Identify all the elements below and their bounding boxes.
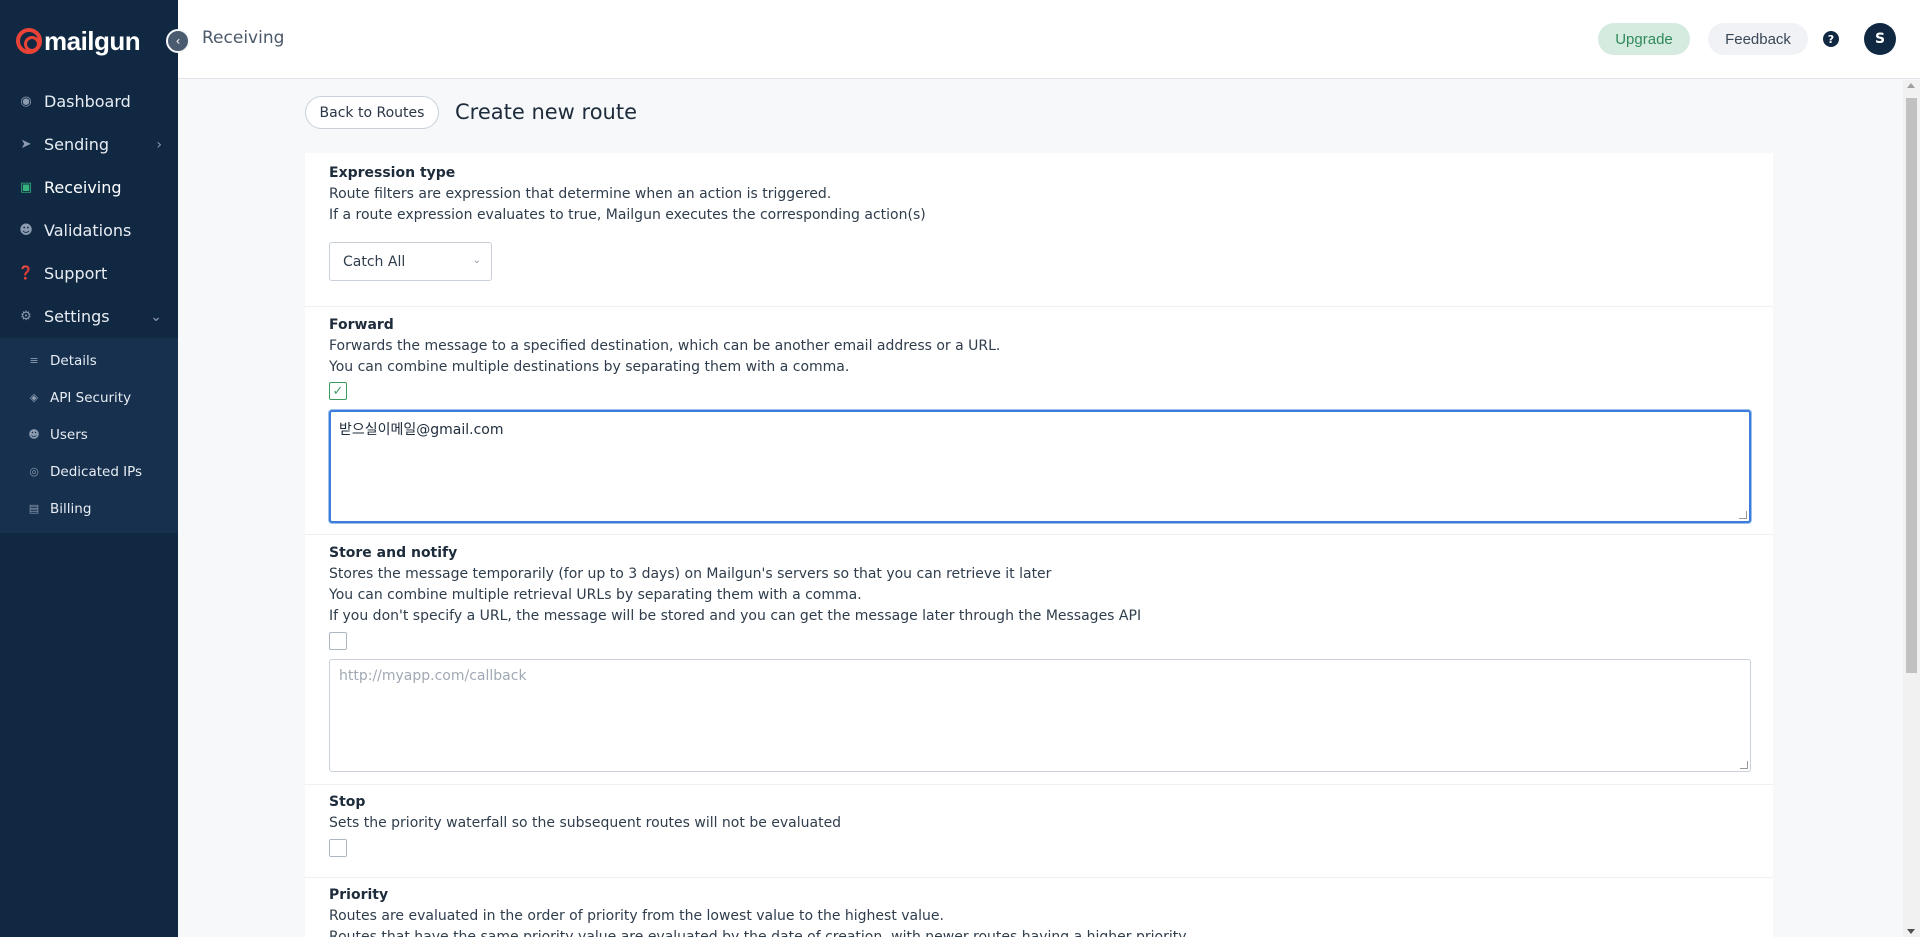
route-form-card: Expression type Route filters are expres…: [305, 153, 1773, 937]
expression-type-select[interactable]: Catch All ⌄: [329, 242, 492, 281]
sidebar-subitem-api-security[interactable]: ◈ API Security: [0, 379, 178, 416]
section-description: You can combine multiple destinations by…: [329, 359, 850, 375]
shield-icon: ◈: [29, 391, 39, 404]
chevron-right-icon: ›: [156, 136, 162, 153]
mailgun-logo[interactable]: mailgun: [16, 24, 141, 58]
section-description: Routes that have the same priority value…: [329, 929, 1189, 937]
section-title: Stop: [329, 794, 366, 810]
chevron-down-icon: ⌄: [150, 308, 162, 325]
collapse-sidebar-button[interactable]: ‹: [166, 29, 190, 53]
scroll-up-arrow-icon[interactable]: [1907, 83, 1915, 88]
sidebar-subitem-label: Users: [50, 426, 88, 443]
section-title: Priority: [329, 887, 389, 903]
scroll-down-arrow-icon[interactable]: [1907, 929, 1915, 934]
topbar-title: Receiving: [202, 28, 285, 48]
settings-subnav: ≡ Details ◈ API Security ☻ Users ◎ Dedic…: [0, 338, 178, 533]
resize-handle[interactable]: [1739, 511, 1747, 519]
sidebar-item-label: Dashboard: [44, 92, 131, 111]
page-scrollbar[interactable]: [1903, 80, 1920, 937]
stop-section: [305, 785, 1773, 878]
section-description: Route filters are expression that determ…: [329, 186, 832, 202]
resize-handle[interactable]: [1740, 761, 1748, 769]
callback-url-input[interactable]: http://myapp.com/callback: [329, 659, 1751, 772]
inbox-icon: ▣: [19, 180, 33, 195]
sidebar-subitem-dedicated-ips[interactable]: ◎ Dedicated IPs: [0, 453, 178, 490]
main-nav: ◉ Dashboard ➤ Sending › ▣ Receiving ☻ Va…: [0, 80, 178, 533]
section-description: Stores the message temporarily (for up t…: [329, 566, 1052, 582]
back-to-routes-button[interactable]: Back to Routes: [305, 96, 439, 129]
gear-icon: ⚙: [20, 309, 32, 324]
chevron-down-icon: ⌄: [472, 255, 481, 266]
sidebar-subitem-label: API Security: [50, 389, 132, 406]
sidebar-item-dashboard[interactable]: ◉ Dashboard: [0, 80, 178, 123]
input-placeholder: http://myapp.com/callback: [339, 668, 527, 684]
sidebar-item-receiving[interactable]: ▣ Receiving: [0, 166, 178, 209]
section-description: If you don't specify a URL, the message …: [329, 608, 1142, 624]
sidebar-subitem-billing[interactable]: ▤ Billing: [0, 490, 178, 527]
logo-text: mailgun: [44, 25, 141, 56]
sliders-icon: ≡: [29, 354, 39, 367]
sidebar-item-validations[interactable]: ☻ Validations: [0, 209, 178, 252]
sidebar-subitem-label: Details: [50, 352, 97, 369]
paper-plane-icon: ➤: [20, 137, 32, 152]
topbar: Receiving Upgrade Feedback ? S: [178, 0, 1920, 79]
users-icon: ☻: [28, 428, 40, 441]
user-check-icon: ☻: [19, 223, 33, 238]
sidebar-item-label: Support: [44, 264, 108, 283]
sidebar-item-sending[interactable]: ➤ Sending ›: [0, 123, 178, 166]
section-description: If a route expression evaluates to true,…: [329, 207, 926, 223]
input-value: 받으실이메일@gmail.com: [339, 422, 504, 438]
help-circle-icon: ❓: [17, 266, 35, 281]
dashboard-icon: ◉: [20, 94, 32, 109]
section-description: Routes are evaluated in the order of pri…: [329, 908, 944, 924]
section-description: Forwards the message to a specified dest…: [329, 338, 1001, 354]
sidebar-subitem-label: Dedicated IPs: [50, 463, 143, 480]
upgrade-button[interactable]: Upgrade: [1598, 23, 1690, 55]
help-icon[interactable]: ?: [1823, 31, 1839, 47]
sidebar-subitem-label: Billing: [50, 500, 92, 517]
store-notify-checkbox[interactable]: [329, 632, 347, 650]
location-icon: ◎: [29, 465, 39, 478]
section-title: Store and notify: [329, 545, 458, 561]
sidebar-item-label: Sending: [44, 135, 110, 154]
select-value: Catch All: [343, 253, 406, 270]
avatar[interactable]: S: [1864, 23, 1896, 55]
expression-type-section: Expression type Route filters are expres…: [305, 153, 1773, 307]
stop-checkbox[interactable]: [329, 839, 347, 857]
mailgun-logo-icon: [16, 28, 42, 54]
sidebar-item-label: Validations: [44, 221, 132, 240]
sidebar-item-label: Settings: [44, 307, 110, 326]
sidebar-subitem-users[interactable]: ☻ Users: [0, 416, 178, 453]
section-description: You can combine multiple retrieval URLs …: [329, 587, 862, 603]
forward-checkbox[interactable]: ✓: [329, 382, 347, 400]
section-title: Expression type: [329, 165, 456, 181]
page-title: Create new route: [455, 100, 638, 124]
feedback-button[interactable]: Feedback: [1708, 23, 1808, 55]
sidebar-item-settings[interactable]: ⚙ Settings ⌄: [0, 295, 178, 338]
section-description: Sets the priority waterfall so the subse…: [329, 815, 842, 831]
section-title: Forward: [329, 317, 394, 333]
check-icon: ✓: [332, 383, 344, 399]
sidebar-item-support[interactable]: ❓ Support: [0, 252, 178, 295]
card-icon: ▤: [28, 502, 40, 515]
forward-destination-input[interactable]: 받으실이메일@gmail.com: [329, 410, 1751, 523]
sidebar-item-label: Receiving: [44, 178, 122, 197]
sidebar-subitem-details[interactable]: ≡ Details: [0, 342, 178, 379]
chevron-left-icon: ‹: [175, 34, 181, 48]
scroll-thumb[interactable]: [1906, 98, 1917, 673]
sidebar: mailgun ◉ Dashboard ➤ Sending › ▣ Receiv…: [0, 0, 178, 937]
